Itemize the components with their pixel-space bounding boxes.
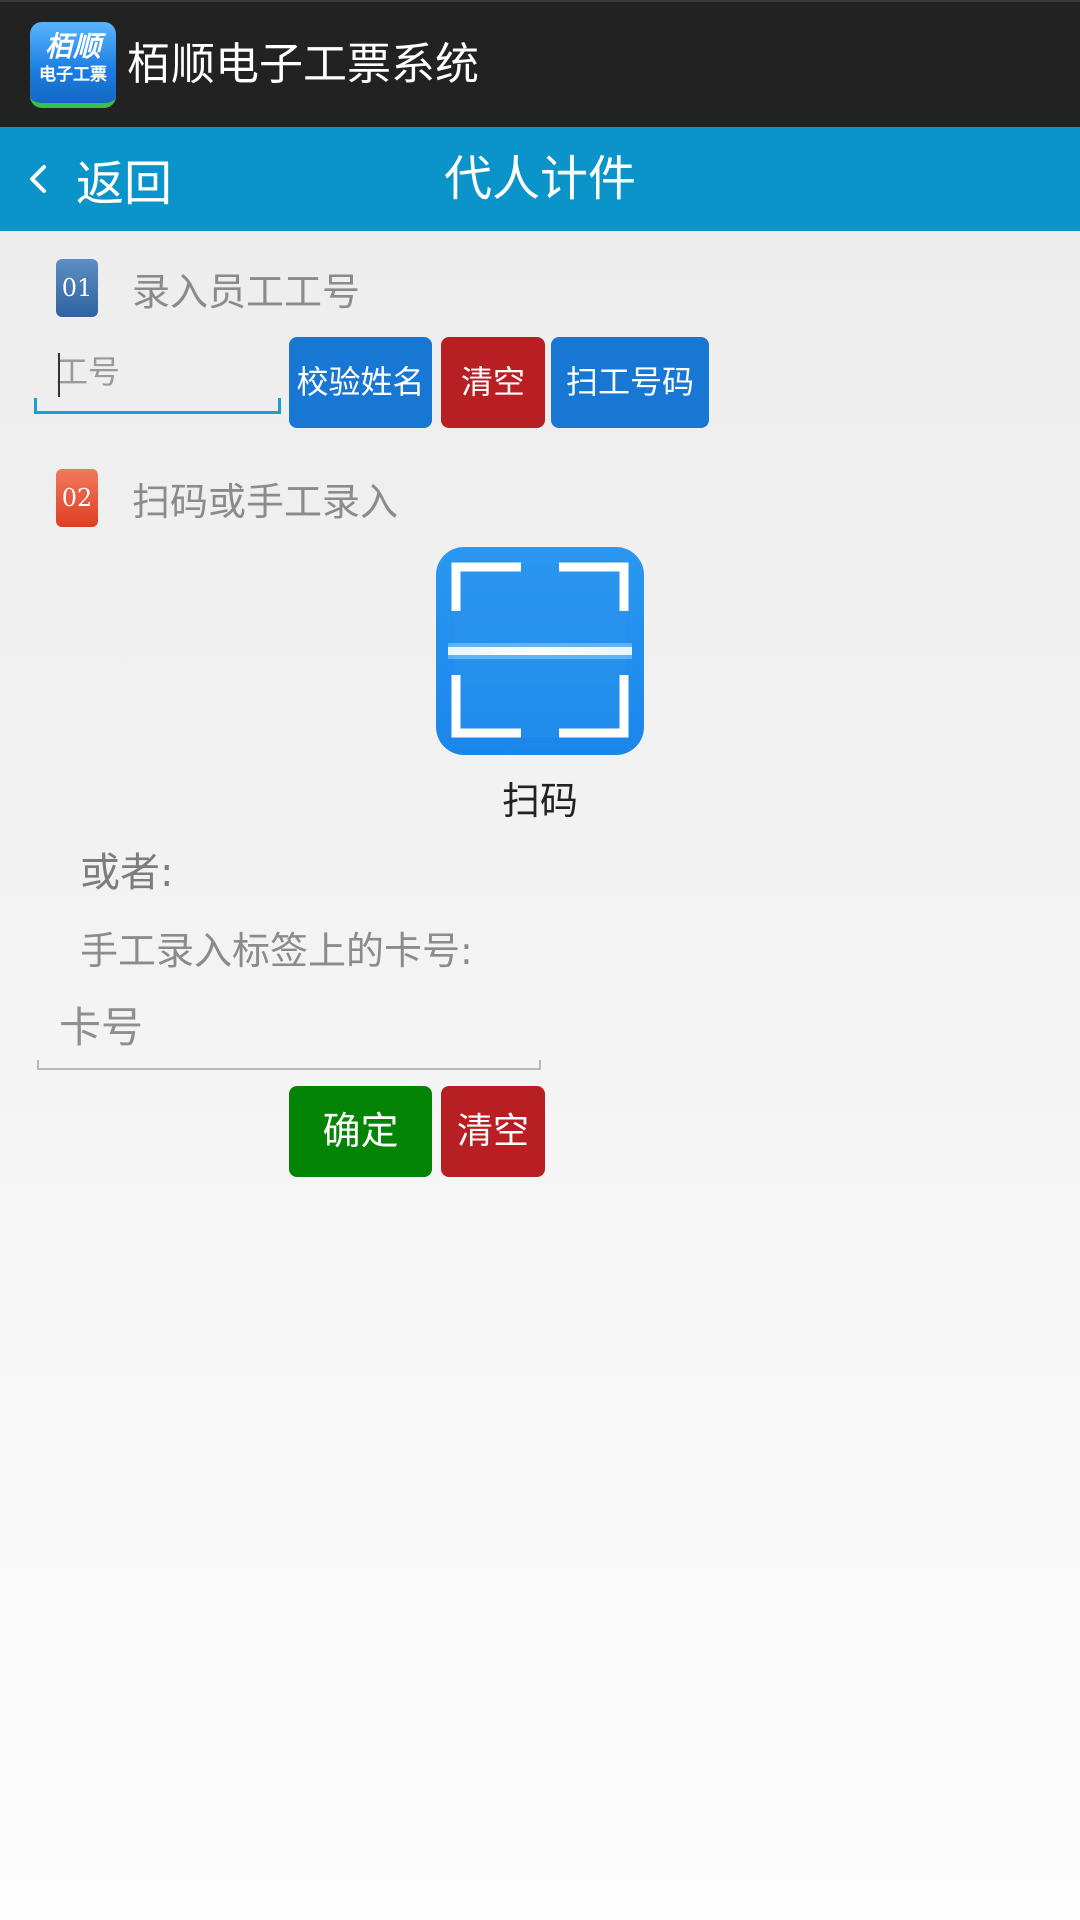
barcode-scan-icon[interactable] — [436, 547, 644, 755]
confirm-button[interactable]: 确定 — [289, 1086, 432, 1177]
or-label: 或者: — [80, 850, 174, 896]
back-label: 返回 — [76, 156, 173, 212]
section-employee-title: 录入员工工号 — [132, 269, 361, 314]
scan-employee-id-button[interactable]: 扫工号码 — [551, 337, 709, 428]
app-logo-icon: 栢顺 电子工票 — [30, 22, 116, 108]
employee-id-input[interactable] — [34, 338, 281, 414]
clear-employee-button[interactable]: 清空 — [441, 337, 545, 428]
app-logo-line2: 电子工票 — [39, 65, 107, 85]
text-cursor — [58, 353, 60, 397]
card-input-edge — [37, 1060, 39, 1070]
page-title: 代人计件 — [443, 151, 636, 207]
app-title-bar: 栢顺 电子工票 栢顺电子工票系统 — [0, 0, 1080, 127]
employee-id-input-edge — [34, 398, 37, 414]
section-scan-header: 02 扫码或手工录入 — [56, 468, 398, 528]
card-input-edge — [539, 1060, 541, 1070]
step-01-badge: 01 — [56, 259, 98, 317]
back-button[interactable]: 返回 — [18, 127, 172, 231]
step-02-badge: 02 — [56, 469, 98, 527]
card-number-input[interactable] — [37, 994, 541, 1070]
app-logo-line1: 栢顺 — [44, 30, 101, 63]
chevron-left-icon — [18, 159, 60, 199]
section-employee-header: 01 录入员工工号 — [56, 258, 360, 318]
employee-id-input-edge — [278, 398, 281, 414]
section-scan-title: 扫码或手工录入 — [132, 479, 399, 524]
manual-entry-label: 手工录入标签上的卡号: — [80, 929, 473, 973]
nav-header: 返回 代人计件 — [0, 127, 1080, 231]
clear-card-button[interactable]: 清空 — [441, 1086, 545, 1177]
scan-label: 扫码 — [501, 779, 578, 823]
app-title: 栢顺电子工票系统 — [127, 39, 479, 90]
verify-name-button[interactable]: 校验姓名 — [289, 337, 432, 428]
